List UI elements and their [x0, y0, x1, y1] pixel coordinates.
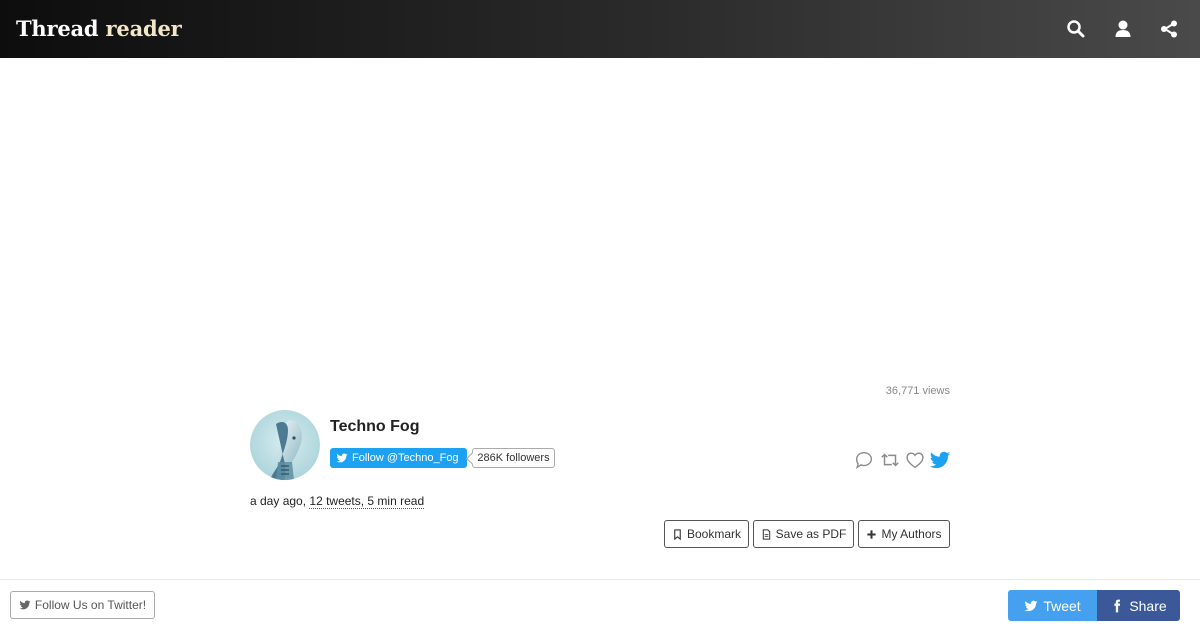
follow-label: Follow @Techno_Fog — [352, 452, 459, 464]
top-navbar: Thread reader — [0, 0, 1200, 58]
like-icon[interactable] — [904, 449, 926, 471]
footer-divider — [0, 579, 1200, 580]
follow-us-twitter-button[interactable]: Follow Us on Twitter! — [10, 591, 155, 619]
twitter-bird-icon — [19, 600, 31, 610]
reply-icon[interactable] — [853, 449, 875, 471]
author-name[interactable]: Techno Fog — [330, 418, 419, 436]
bookmark-label: Bookmark — [686, 527, 742, 541]
share-label: Share — [1129, 597, 1167, 614]
site-logo[interactable]: Thread reader — [16, 16, 182, 41]
share-icon[interactable] — [1157, 17, 1181, 41]
twitter-bird-icon — [336, 453, 348, 463]
brand-part1: Thread — [16, 16, 99, 41]
twitter-bird-icon — [1024, 600, 1038, 611]
tweet-label: Tweet — [1043, 597, 1081, 614]
tweets-read-info: 12 tweets, 5 min read — [309, 494, 425, 509]
author-avatar[interactable] — [250, 410, 320, 480]
save-pdf-button[interactable]: Save as PDF — [753, 520, 854, 548]
tweet-share-button[interactable]: Tweet — [1008, 590, 1097, 621]
followers-count: 286K followers — [472, 448, 555, 468]
my-authors-button[interactable]: My Authors — [858, 520, 950, 548]
retweet-icon[interactable] — [879, 449, 901, 471]
my-authors-label: My Authors — [881, 527, 942, 541]
bookmark-button[interactable]: Bookmark — [664, 520, 749, 548]
time-ago: a day ago, — [250, 494, 307, 508]
follow-us-label: Follow Us on Twitter! — [34, 598, 147, 612]
facebook-share-button[interactable]: Share — [1097, 590, 1180, 621]
user-icon[interactable] — [1111, 17, 1135, 41]
search-icon[interactable] — [1064, 17, 1088, 41]
follow-author-button[interactable]: Follow @Techno_Fog — [330, 448, 467, 468]
twitter-icon[interactable] — [929, 449, 951, 471]
view-count: 36,771 views — [885, 385, 950, 397]
bookmark-icon — [674, 528, 681, 540]
save-pdf-label: Save as PDF — [775, 527, 847, 541]
brand-part2: reader — [105, 16, 182, 41]
plus-icon — [867, 529, 877, 539]
pdf-file-icon — [762, 528, 770, 540]
facebook-icon — [1114, 599, 1121, 612]
thread-read-meta: a day ago, 12 tweets, 5 min read — [250, 494, 425, 509]
